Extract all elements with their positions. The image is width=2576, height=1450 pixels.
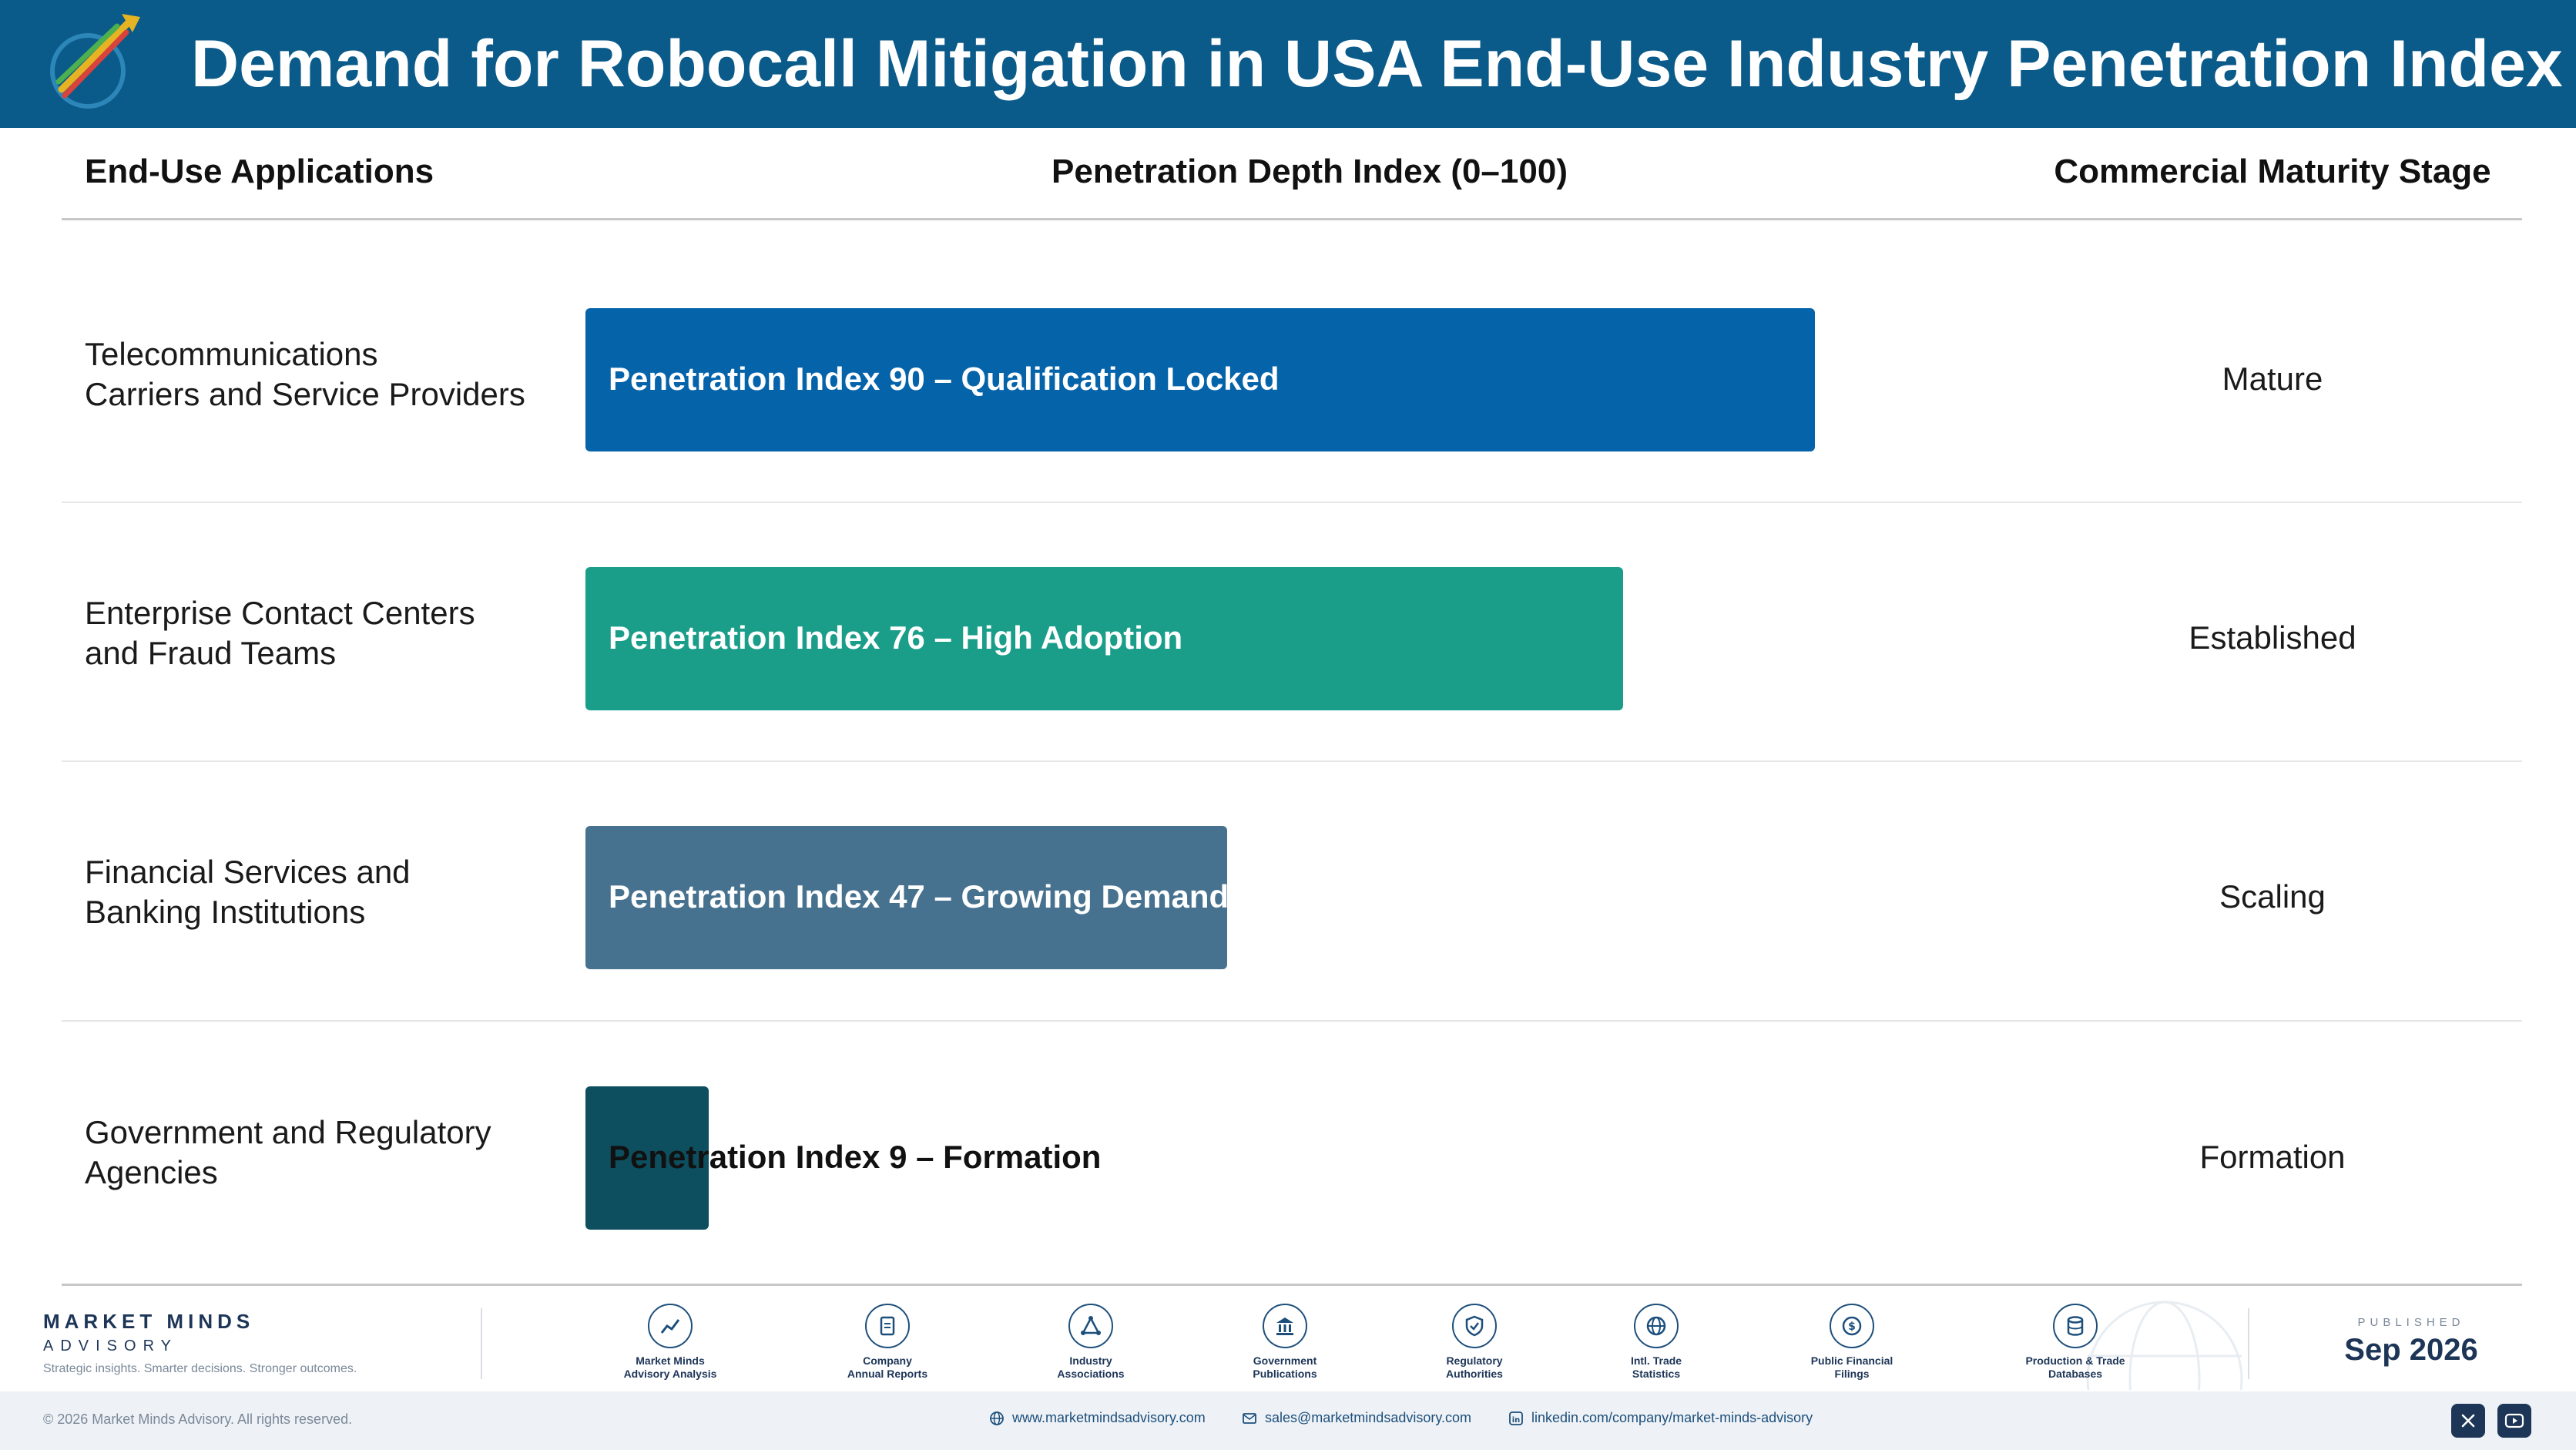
source-item: Market Minds Advisory Analysis (585, 1304, 755, 1381)
maturity-stage: Mature (2222, 361, 2323, 397)
x-social-button[interactable] (2451, 1404, 2485, 1438)
copyright: © 2026 Market Minds Advisory. All rights… (43, 1411, 353, 1427)
footer-divider (481, 1308, 482, 1379)
globe-icon (1634, 1304, 1679, 1348)
svg-text:in: in (1512, 1416, 1521, 1425)
svg-text:$: $ (1848, 1321, 1856, 1333)
bar-label: Penetration Index 47 – Growing Demand (609, 878, 1229, 915)
source-item: Regulatory Authorities (1390, 1304, 1559, 1381)
website-link[interactable]: www.marketmindsadvisory.com (989, 1410, 1206, 1426)
row-divider (62, 1020, 2522, 1022)
table-bottom-rule (62, 1284, 2522, 1286)
header-divider (62, 218, 2522, 220)
building-icon (1263, 1304, 1307, 1348)
application-label: Government and Regulatory Agencies (85, 1114, 491, 1190)
brand-tagline: Strategic insights. Smarter decisions. S… (43, 1362, 357, 1375)
source-item: Industry Associations (1006, 1304, 1176, 1381)
source-item: Company Annual Reports (803, 1304, 972, 1381)
database-icon (2053, 1304, 2098, 1348)
column-header-depth: Penetration Depth Index (0–100) (1052, 153, 1568, 190)
column-header-applications: End-Use Applications (85, 153, 434, 190)
source-item: Government Publications (1200, 1304, 1370, 1381)
x-icon (2461, 1414, 2475, 1428)
shield-icon (1452, 1304, 1497, 1348)
chart-line-icon (648, 1304, 693, 1348)
mail-icon (1243, 1412, 1256, 1424)
row-divider (62, 760, 2522, 762)
page-title: Demand for Robocall Mitigation in USA En… (191, 27, 2563, 101)
maturity-stage: Established (2189, 619, 2356, 656)
application-label: Enterprise Contact Centers and Fraud Team… (85, 595, 475, 671)
globe-icon (990, 1411, 1004, 1425)
source-item: Intl. Trade Statistics (1571, 1304, 1741, 1381)
brand-name: MARKET MINDS (43, 1310, 255, 1333)
published-label: PUBLISHED (2357, 1316, 2465, 1329)
application-label: Financial Services and Banking Institutio… (85, 854, 411, 930)
column-header-maturity: Commercial Maturity Stage (2054, 153, 2491, 190)
linkedin-link[interactable]: in linkedin.com/company/market-minds-adv… (1508, 1410, 1813, 1426)
bar-label: Penetration Index 90 – Qualification Loc… (609, 361, 1280, 397)
network-icon (1068, 1304, 1113, 1348)
youtube-social-button[interactable] (2497, 1404, 2531, 1438)
source-item: $ Public Financial Filings (1767, 1304, 1937, 1381)
bar-label: Penetration Index 9 – Formation (609, 1139, 1102, 1175)
logo-icon (50, 14, 140, 109)
maturity-stage: Scaling (2219, 878, 2326, 915)
source-item: Production & Trade Databases (1991, 1304, 2160, 1381)
header-banner: Demand for Robocall Mitigation in USA En… (0, 0, 2576, 128)
application-label: Telecommunications Carriers and Service P… (85, 336, 525, 412)
email-link[interactable]: sales@marketmindsadvisory.com (1242, 1410, 1471, 1426)
row-divider (62, 502, 2522, 503)
brand-subtitle: ADVISORY (43, 1338, 178, 1354)
maturity-stage: Formation (2199, 1139, 2346, 1175)
coin-icon: $ (1830, 1304, 1874, 1348)
bar-label: Penetration Index 76 – High Adoption (609, 619, 1183, 656)
linkedin-icon: in (1509, 1411, 1523, 1425)
footer-divider (2248, 1308, 2249, 1379)
published-date: Sep 2026 (2344, 1333, 2478, 1367)
youtube-icon (2504, 1413, 2524, 1428)
document-icon (865, 1304, 910, 1348)
